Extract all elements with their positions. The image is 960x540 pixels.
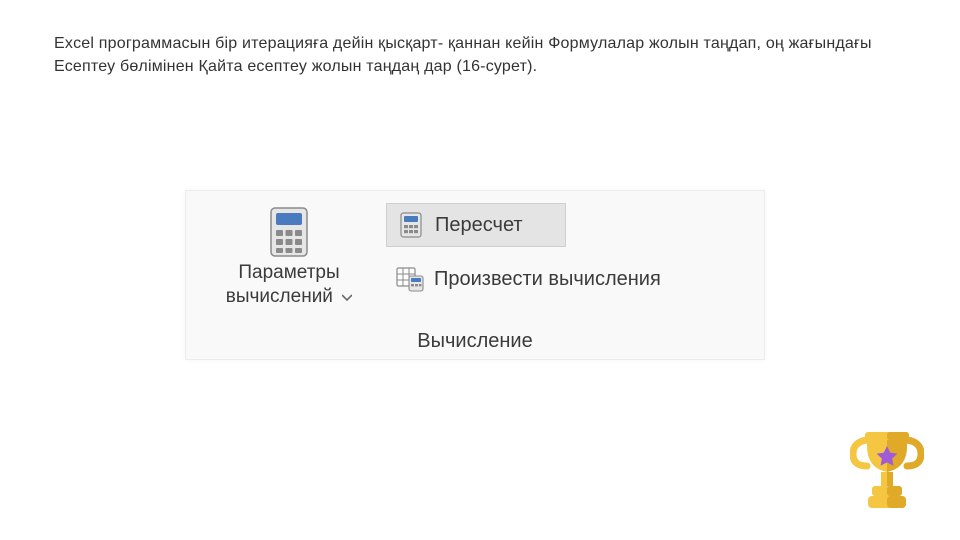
instruction-text: Excel программасын бір итерацияға дейін … [54, 32, 890, 78]
calculate-sheet-button[interactable]: Произвести вычисления [386, 257, 746, 301]
trophy-icon [850, 428, 924, 512]
calc-right-column: Пересчет [386, 203, 746, 301]
calculation-options-label: Параметры вычислений [226, 261, 352, 309]
ribbon-inner: Параметры вычислений [186, 191, 764, 359]
ribbon-calculation-group: Параметры вычислений [185, 190, 765, 360]
calculation-options-button[interactable]: Параметры вычислений [204, 199, 374, 317]
chevron-down-icon [342, 285, 352, 309]
ribbon-group-caption: Вычисление [186, 330, 764, 353]
calculator-icon [266, 205, 312, 259]
calculation-options-label-line2: вычислений [226, 286, 333, 307]
calculate-sheet-label: Произвести вычисления [434, 268, 661, 291]
calculator-small-icon [397, 211, 425, 239]
sheet-calc-icon [396, 265, 424, 293]
calculation-options-label-line1: Параметры [238, 262, 339, 283]
calculate-now-button[interactable]: Пересчет [386, 203, 566, 247]
calculate-now-label: Пересчет [435, 214, 523, 237]
